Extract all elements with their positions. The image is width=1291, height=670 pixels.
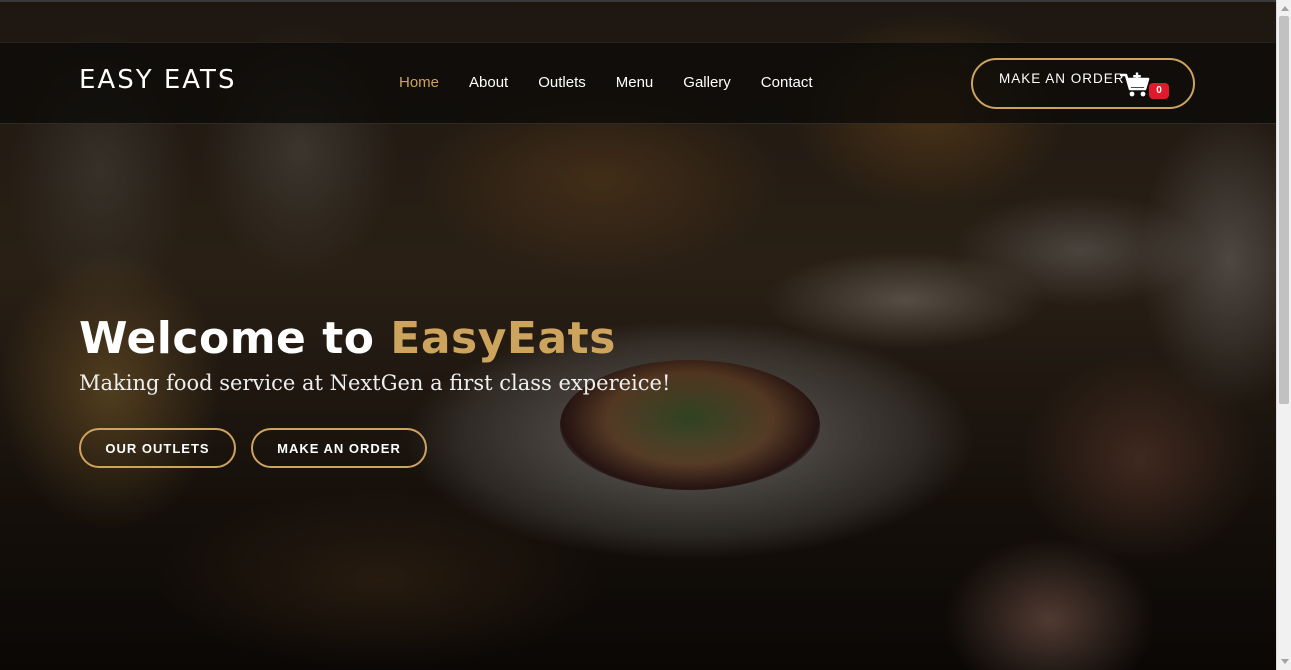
nav-gallery[interactable]: Gallery (683, 74, 731, 91)
scroll-up-arrow-icon[interactable] (1281, 6, 1289, 11)
main-nav: Home About Outlets Menu Gallery Contact (399, 74, 843, 91)
hero-title: Welcome to EasyEats (79, 313, 616, 364)
cart-plus-icon (1120, 72, 1150, 97)
nav-outlets[interactable]: Outlets (538, 74, 586, 91)
make-order-button[interactable]: MAKE AN ORDER (251, 428, 427, 468)
scroll-down-arrow-icon[interactable] (1281, 659, 1289, 664)
header-make-order-label: MAKE AN ORDER (999, 71, 1125, 86)
hero-subtitle: Making food service at NextGen a first c… (79, 371, 671, 395)
page-scrollbar[interactable] (1276, 0, 1291, 670)
nav-about[interactable]: About (469, 74, 508, 91)
scrollbar-thumb[interactable] (1279, 16, 1289, 404)
nav-menu[interactable]: Menu (616, 74, 654, 91)
hero-title-prefix: Welcome to (79, 313, 391, 364)
cart-count-badge: 0 (1149, 83, 1169, 99)
top-strip (0, 0, 1276, 2)
nav-contact[interactable]: Contact (761, 74, 813, 91)
header-make-order-button[interactable]: MAKE AN ORDER 0 (971, 58, 1195, 109)
site-header: EASY EATS Home About Outlets Menu Galler… (0, 42, 1276, 124)
site-logo[interactable]: EASY EATS (79, 65, 236, 95)
hero-title-accent: EasyEats (390, 313, 616, 364)
our-outlets-button[interactable]: OUR OUTLETS (79, 428, 236, 468)
nav-home[interactable]: Home (399, 74, 439, 91)
